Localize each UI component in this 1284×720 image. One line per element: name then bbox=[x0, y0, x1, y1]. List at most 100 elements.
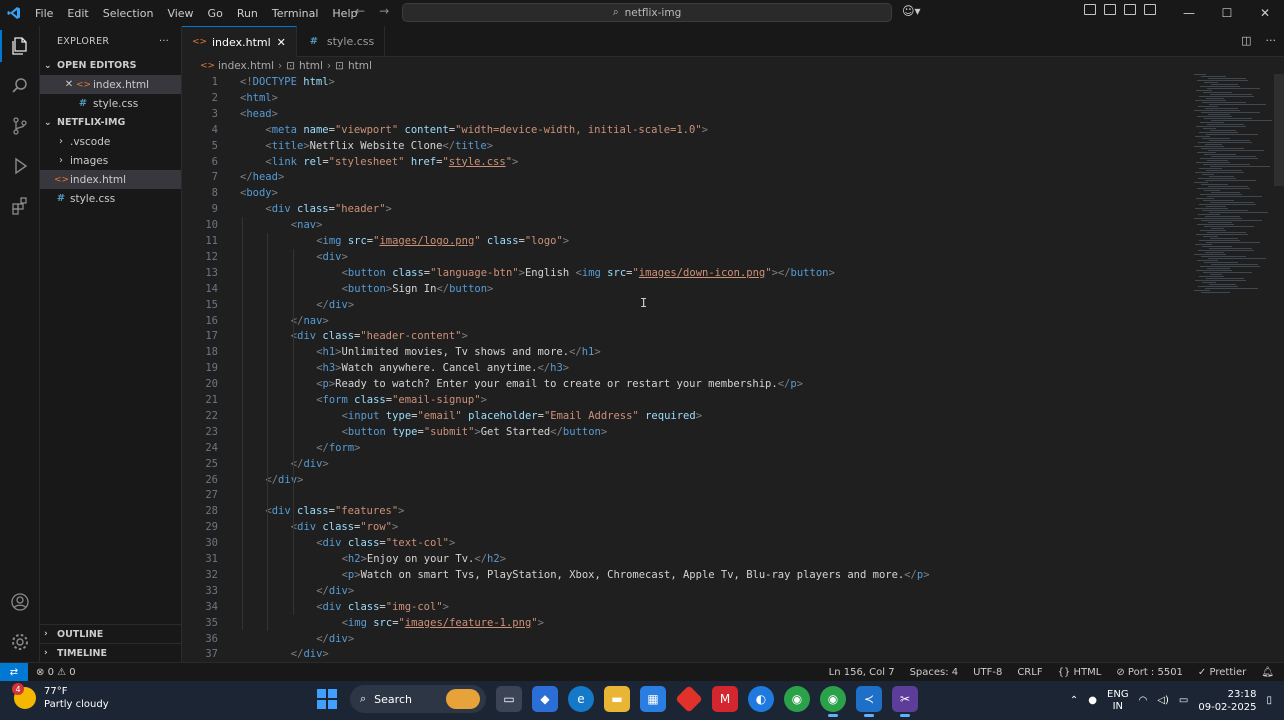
token-br: > bbox=[487, 282, 494, 295]
token-br: <! bbox=[240, 76, 253, 88]
tray-overflow-chevron-icon[interactable]: ⌃ bbox=[1070, 695, 1078, 706]
menu-item-go[interactable]: Go bbox=[201, 7, 230, 20]
cursor-position[interactable]: Ln 156, Col 7 bbox=[829, 667, 895, 678]
open-editors-section[interactable]: ⌄ OPEN EDITORS bbox=[40, 56, 181, 75]
red-diamond-app-icon[interactable] bbox=[675, 685, 703, 713]
port-label: Port : 5501 bbox=[1127, 667, 1183, 678]
minimap-line bbox=[1204, 226, 1254, 227]
notification-center-icon[interactable]: ▯ bbox=[1266, 695, 1272, 706]
vscode-taskbar-icon[interactable]: ≺ bbox=[856, 686, 882, 717]
remote-indicator-icon[interactable]: ⇄ bbox=[0, 662, 28, 682]
menu-item-edit[interactable]: Edit bbox=[60, 7, 95, 20]
command-center[interactable]: ⌕ netflix-img bbox=[402, 3, 892, 22]
weather-widget[interactable]: 4 77°F Partly cloudy bbox=[12, 683, 109, 711]
code-content: <img src="images/feature-1.png"> bbox=[342, 615, 544, 631]
timeline-section[interactable]: › TIMELINE bbox=[40, 643, 182, 662]
tree-item[interactable]: › images bbox=[40, 151, 181, 170]
file-explorer-icon[interactable]: ▬ bbox=[604, 686, 630, 712]
language-label: HTML bbox=[1073, 667, 1102, 678]
clock[interactable]: 23:18 09-02-2025 bbox=[1198, 688, 1256, 714]
edge-browser-icon[interactable]: e bbox=[568, 686, 594, 712]
encoding[interactable]: UTF-8 bbox=[973, 667, 1002, 678]
token-tag: button bbox=[347, 282, 386, 295]
tab-style-css[interactable]: # style.css bbox=[297, 26, 386, 57]
notifications-bell-icon[interactable]: 🔔︎ bbox=[1261, 667, 1274, 678]
mcafee-shield-icon[interactable]: M bbox=[712, 686, 738, 712]
end-of-line[interactable]: CRLF bbox=[1017, 667, 1042, 678]
browser-app-icon[interactable]: ◐ bbox=[748, 686, 774, 712]
accounts-icon[interactable] bbox=[0, 582, 40, 622]
code-line: 7 </head> bbox=[182, 169, 1192, 185]
tree-item[interactable]: # style.css bbox=[40, 189, 181, 208]
extensions-icon[interactable] bbox=[0, 186, 40, 226]
menu-item-file[interactable]: File bbox=[28, 7, 60, 20]
close-icon[interactable]: ✕ bbox=[62, 79, 76, 90]
chrome-icon[interactable]: ◉ bbox=[784, 686, 810, 712]
run-debug-icon[interactable] bbox=[0, 146, 40, 186]
prettier-status[interactable]: ✓ Prettier bbox=[1198, 667, 1246, 678]
wifi-icon[interactable]: ◠ bbox=[1139, 695, 1148, 706]
error-icon: ⊗ bbox=[36, 666, 45, 678]
snipping-tool-icon[interactable]: ✂ bbox=[892, 686, 918, 717]
breadcrumb-item[interactable]: index.html bbox=[218, 60, 274, 72]
tab-index-html[interactable]: <> index.html ✕ bbox=[182, 26, 297, 57]
vertical-scrollbar[interactable] bbox=[1274, 74, 1284, 662]
breadcrumb-item[interactable]: html bbox=[348, 60, 372, 72]
taskbar-search[interactable]: ⌕ Search bbox=[350, 685, 486, 713]
copilot-icon[interactable]: ☺▾ bbox=[902, 4, 921, 18]
menu-item-view[interactable]: View bbox=[160, 7, 200, 20]
menu-item-run[interactable]: Run bbox=[230, 7, 265, 20]
back-arrow-icon[interactable]: ← bbox=[355, 4, 365, 18]
toggle-primary-sidebar-icon[interactable] bbox=[1104, 4, 1116, 15]
toggle-secondary-sidebar-icon[interactable] bbox=[1144, 4, 1156, 15]
toggle-panel-icon[interactable] bbox=[1124, 4, 1136, 15]
language-mode[interactable]: {} HTML bbox=[1058, 667, 1102, 678]
minimap[interactable] bbox=[1194, 74, 1272, 294]
indentation[interactable]: Spaces: 4 bbox=[910, 667, 959, 678]
maximize-icon[interactable]: ☐ bbox=[1208, 0, 1246, 26]
chrome-profile-icon[interactable]: ◉ bbox=[820, 686, 846, 717]
line-number: 23 bbox=[205, 425, 218, 438]
input-language[interactable]: ENG IN bbox=[1107, 689, 1129, 713]
copilot-app-icon[interactable]: ◆ bbox=[532, 686, 558, 712]
split-editor-icon[interactable]: ◫ bbox=[1241, 34, 1251, 47]
breadcrumb-item[interactable]: html bbox=[299, 60, 323, 72]
close-tab-icon[interactable]: ✕ bbox=[277, 36, 286, 49]
menu-item-selection[interactable]: Selection bbox=[96, 7, 161, 20]
open-editor-item[interactable]: ✕ <> index.html bbox=[40, 75, 181, 94]
code-editor[interactable]: I 1 <!DOCTYPE html> 2 <html> 3 <head> 4 <meta n… bbox=[182, 74, 1284, 662]
more-actions-icon[interactable]: ··· bbox=[159, 36, 169, 47]
minimap-line bbox=[1207, 196, 1262, 197]
battery-icon[interactable]: ▭ bbox=[1179, 695, 1188, 706]
tray-app-icon[interactable]: ● bbox=[1088, 695, 1097, 706]
problems-indicator[interactable]: ⊗ 0 ⚠ 0 bbox=[36, 667, 76, 678]
source-control-icon[interactable] bbox=[0, 106, 40, 146]
explorer-icon[interactable] bbox=[0, 26, 40, 66]
search-view-icon[interactable] bbox=[0, 66, 40, 106]
windows-start-icon[interactable] bbox=[314, 686, 340, 712]
customize-layout-icon[interactable] bbox=[1084, 4, 1096, 15]
forward-arrow-icon[interactable]: → bbox=[379, 4, 389, 18]
token-br: ></ bbox=[771, 266, 791, 279]
tree-item[interactable]: › .vscode bbox=[40, 132, 181, 151]
menu-item-terminal[interactable]: Terminal bbox=[265, 7, 326, 20]
tree-item[interactable]: <> index.html bbox=[40, 170, 181, 189]
minimize-icon[interactable]: — bbox=[1170, 0, 1208, 26]
token-br: > bbox=[486, 139, 494, 152]
close-window-icon[interactable]: ✕ bbox=[1246, 0, 1284, 26]
scrollbar-thumb[interactable] bbox=[1274, 74, 1284, 186]
minimap-line bbox=[1201, 220, 1262, 221]
live-server-port[interactable]: ⊘ Port : 5501 bbox=[1116, 667, 1183, 678]
minimap-line bbox=[1197, 260, 1218, 261]
more-actions-icon[interactable]: ··· bbox=[1266, 34, 1277, 47]
temperature: 77°F bbox=[44, 686, 68, 697]
token-tag: input bbox=[347, 409, 380, 422]
folder-section[interactable]: ⌄ NETFLIX-IMG bbox=[40, 113, 181, 132]
open-editor-item[interactable]: # style.css bbox=[40, 94, 181, 113]
outline-section[interactable]: › OUTLINE bbox=[40, 624, 182, 643]
task-view-icon[interactable]: ▭ bbox=[496, 686, 522, 712]
microsoft-store-icon[interactable]: ▦ bbox=[640, 686, 666, 712]
token-br: > bbox=[322, 457, 329, 470]
volume-icon[interactable]: ◁) bbox=[1157, 695, 1169, 706]
settings-gear-icon[interactable] bbox=[0, 622, 40, 662]
